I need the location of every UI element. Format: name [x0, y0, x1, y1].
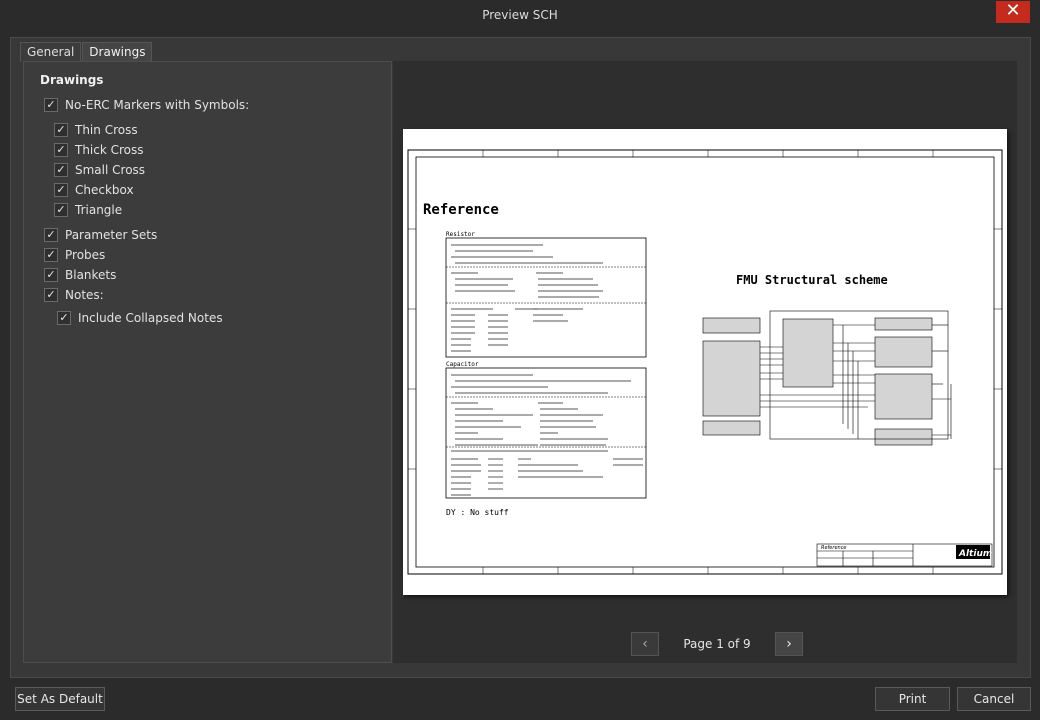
schematic-preview-page: Reference Resistor Capacitor DY: No stu… [403, 129, 1007, 595]
tab-general[interactable]: General [20, 42, 82, 62]
dy-note: DY : No stuff [446, 508, 509, 517]
drawings-options-panel: Drawings ✓ No-ERC Markers with Symbols: … [23, 61, 392, 663]
no-erc-label: No-ERC Markers with Symbols: [65, 98, 250, 112]
option-thick-cross[interactable]: ✓ Thick Cross [54, 142, 144, 158]
collapsed-notes-checkbox[interactable]: ✓ [57, 311, 71, 325]
blankets-checkbox[interactable]: ✓ [44, 268, 58, 282]
reference-title: Reference [423, 202, 499, 218]
option-thin-cross[interactable]: ✓ Thin Cross [54, 122, 138, 138]
parameter-sets-label: Parameter Sets [65, 228, 158, 242]
title-bar: Preview SCH ✕ [0, 0, 1040, 30]
thick-cross-label: Thick Cross [75, 143, 144, 157]
triangle-label: Triangle [75, 203, 123, 217]
collapsed-notes-label: Include Collapsed Notes [78, 311, 223, 325]
checkbox-marker-label: Checkbox [75, 183, 134, 197]
option-small-cross[interactable]: ✓ Small Cross [54, 162, 145, 178]
parameter-sets-checkbox[interactable]: ✓ [44, 228, 58, 242]
section-title-drawings: Drawings [40, 73, 104, 87]
option-probes[interactable]: ✓ Probes [44, 247, 105, 263]
probes-checkbox[interactable]: ✓ [44, 248, 58, 262]
option-blankets[interactable]: ✓ Blankets [44, 267, 116, 283]
schematic-drawing: Reference Resistor Capacitor DY: No stu… [407, 149, 1003, 575]
capacitor-label: Capacitor [446, 361, 479, 368]
close-button[interactable]: ✕ [996, 1, 1030, 23]
small-cross-checkbox[interactable]: ✓ [54, 163, 68, 177]
option-include-collapsed-notes[interactable]: ✓ Include Collapsed Notes [57, 310, 223, 326]
page-navigator: ‹ Page 1 of 9 › [631, 632, 803, 656]
thin-cross-checkbox[interactable]: ✓ [54, 123, 68, 137]
thick-cross-checkbox[interactable]: ✓ [54, 143, 68, 157]
probes-label: Probes [65, 248, 106, 262]
notes-label: Notes: [65, 288, 104, 302]
triangle-checkbox[interactable]: ✓ [54, 203, 68, 217]
option-notes[interactable]: ✓ Notes: [44, 287, 104, 303]
option-no-erc-markers[interactable]: ✓ No-ERC Markers with Symbols: [44, 97, 249, 113]
cancel-button[interactable]: Cancel [957, 687, 1031, 711]
next-page-button[interactable]: › [775, 632, 803, 656]
no-erc-checkbox[interactable]: ✓ [44, 98, 58, 112]
blankets-label: Blankets [65, 268, 117, 282]
notes-checkbox[interactable]: ✓ [44, 288, 58, 302]
option-parameter-sets[interactable]: ✓ Parameter Sets [44, 227, 157, 243]
checkbox-marker-checkbox[interactable]: ✓ [54, 183, 68, 197]
tab-drawings[interactable]: Drawings [82, 42, 153, 62]
previous-page-button[interactable]: ‹ [631, 632, 659, 656]
scheme-title: FMU Structural scheme [736, 273, 888, 287]
resistor-label: Resistor [446, 231, 475, 238]
sheet-title: Reference [821, 545, 847, 551]
set-as-default-button[interactable]: Set As Default [15, 687, 105, 711]
print-button[interactable]: Print [875, 687, 950, 711]
window-title: Preview SCH [482, 8, 558, 22]
altium-logo: Altium [958, 549, 992, 559]
option-checkbox-marker[interactable]: ✓ Checkbox [54, 182, 134, 198]
page-indicator: Page 1 of 9 [683, 637, 751, 651]
option-triangle[interactable]: ✓ Triangle [54, 202, 122, 218]
thin-cross-label: Thin Cross [75, 123, 138, 137]
small-cross-label: Small Cross [75, 163, 146, 177]
tab-bar: General Drawings [20, 42, 153, 62]
